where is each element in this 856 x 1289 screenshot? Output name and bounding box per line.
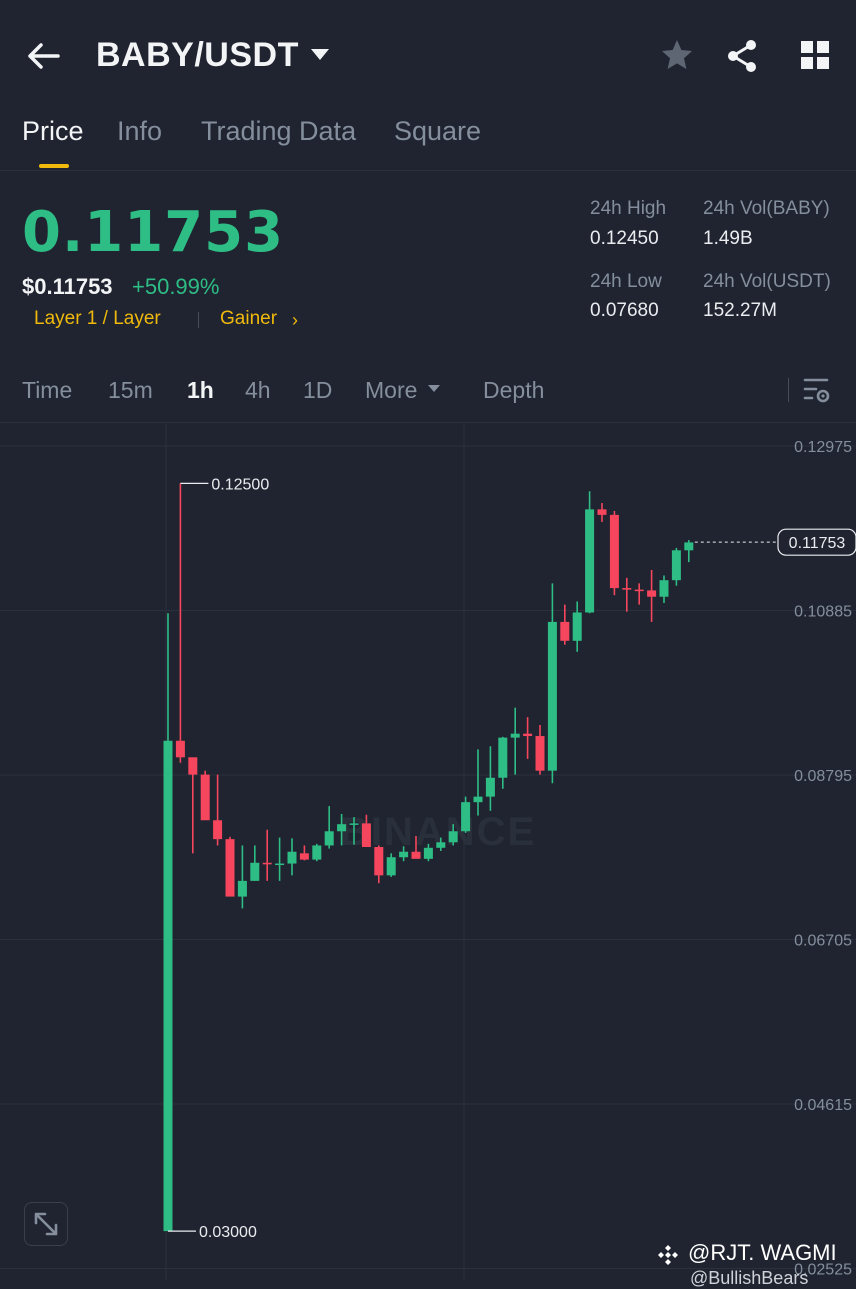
- min-price-label: 0.03000: [199, 1224, 257, 1241]
- candle-body: [498, 737, 508, 778]
- more-dropdown-icon[interactable]: [428, 385, 440, 392]
- candle-body: [572, 612, 582, 641]
- candle-body: [634, 589, 644, 592]
- candle-body: [523, 733, 533, 737]
- price-change-percent: +50.99%: [132, 274, 220, 299]
- tf-more[interactable]: More: [365, 377, 417, 404]
- low-value: 0.07680: [590, 300, 659, 321]
- tab-price[interactable]: Price: [22, 116, 84, 147]
- candle-body: [659, 580, 669, 597]
- pair-dropdown-icon[interactable]: [311, 49, 329, 60]
- candle-body: [647, 590, 657, 597]
- candle-body: [399, 851, 409, 858]
- tf-time[interactable]: Time: [22, 377, 72, 404]
- grid-menu-icon[interactable]: [800, 40, 830, 70]
- candlestick-chart[interactable]: 0.129750.108850.087950.067050.046150.025…: [0, 424, 856, 1280]
- candle-body: [200, 774, 210, 821]
- tf-separator: [788, 378, 789, 402]
- candle-body: [312, 845, 322, 860]
- candle-body: [473, 796, 483, 803]
- candle-body: [337, 824, 347, 832]
- tf-4h[interactable]: 4h: [245, 377, 271, 404]
- credit-handle: @RJT. WAGMI: [688, 1240, 837, 1265]
- candle-body: [361, 823, 371, 848]
- tab-square[interactable]: Square: [394, 116, 481, 147]
- tag-separator: [198, 312, 199, 328]
- candle-body: [585, 509, 595, 613]
- candle-body: [386, 857, 396, 876]
- candle-body: [448, 831, 458, 843]
- back-arrow-icon[interactable]: [26, 38, 62, 74]
- low-label: 24h Low: [590, 271, 662, 292]
- usd-price: $0.11753: [22, 274, 113, 299]
- y-tick-label: 0.10885: [794, 604, 852, 621]
- tf-depth[interactable]: Depth: [483, 377, 544, 404]
- tab-info[interactable]: Info: [117, 116, 162, 147]
- expand-chart-icon[interactable]: [24, 1202, 68, 1246]
- candle-body: [461, 802, 471, 832]
- last-price-label: 0.11753: [789, 535, 846, 552]
- candle-body: [237, 880, 247, 897]
- high-label: 24h High: [590, 198, 667, 219]
- candle-body: [597, 509, 607, 515]
- high-value: 0.12450: [590, 228, 659, 249]
- y-tick-label: 0.12975: [794, 439, 852, 456]
- candle-body: [547, 621, 557, 771]
- candle-body: [163, 740, 173, 1232]
- chart-top-divider: [0, 422, 856, 423]
- y-tick-label: 0.04615: [794, 1097, 852, 1114]
- candle-body: [299, 853, 309, 860]
- y-tick-label: 0.08795: [794, 768, 852, 785]
- candle-body: [225, 839, 235, 897]
- pair-title[interactable]: BABY/USDT: [96, 36, 299, 75]
- candle-body: [175, 740, 185, 758]
- tab-trading-data[interactable]: Trading Data: [201, 116, 356, 147]
- tf-15m[interactable]: 15m: [108, 377, 153, 404]
- candle-body: [622, 588, 632, 590]
- vol-base-value: 1.49B: [703, 228, 753, 249]
- candle-body: [188, 757, 198, 775]
- candle-body: [510, 733, 520, 738]
- y-tick-label: 0.06705: [794, 933, 852, 950]
- candle-body: [324, 831, 334, 846]
- vol-quote-value: 152.27M: [703, 300, 777, 321]
- candle-body: [287, 851, 297, 864]
- candle-body: [250, 862, 260, 881]
- favorite-star-icon[interactable]: [660, 38, 694, 72]
- binance-logo-icon: [658, 1245, 678, 1265]
- gainer-tag[interactable]: Gainer: [220, 308, 277, 330]
- candle-body: [609, 514, 619, 589]
- tabs-divider: [0, 170, 856, 171]
- credit-handle-secondary: @BullishBears: [690, 1268, 809, 1288]
- candle-body: [436, 842, 446, 848]
- last-price: 0.11753: [22, 200, 285, 265]
- category-tag[interactable]: Layer 1 / Layer: [34, 308, 161, 330]
- candle-body: [671, 550, 681, 581]
- vol-quote-label: 24h Vol(USDT): [703, 271, 831, 292]
- share-icon[interactable]: [724, 38, 760, 74]
- candle-body: [374, 847, 384, 876]
- candle-body: [262, 862, 272, 865]
- candle-body: [213, 820, 223, 840]
- candle-body: [275, 863, 285, 866]
- vol-base-label: 24h Vol(BABY): [703, 198, 830, 219]
- candle-body: [684, 542, 694, 551]
- candle-body: [411, 851, 421, 859]
- candle-body: [535, 736, 545, 771]
- candle-body: [423, 847, 433, 859]
- candle-body: [560, 621, 570, 641]
- candle-body: [485, 777, 495, 797]
- tf-1h[interactable]: 1h: [187, 377, 214, 404]
- tf-1d[interactable]: 1D: [303, 377, 332, 404]
- chart-settings-icon[interactable]: [800, 376, 832, 406]
- chevron-right-icon[interactable]: ›: [292, 310, 298, 331]
- max-price-label: 0.12500: [211, 476, 269, 493]
- candle-body: [349, 823, 359, 825]
- active-tab-indicator: [39, 164, 69, 168]
